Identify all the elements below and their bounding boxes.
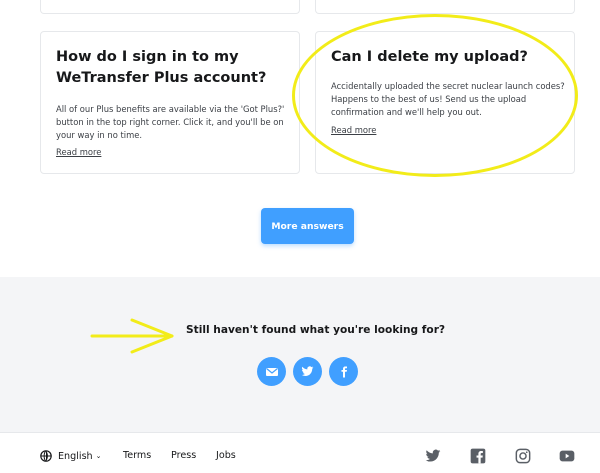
twitter-icon[interactable]	[425, 448, 441, 464]
facebook-icon[interactable]	[329, 357, 358, 386]
faq-card-body: Accidentally uploaded the secret nuclear…	[331, 81, 565, 117]
read-more-link[interactable]: Read more	[56, 147, 101, 157]
more-answers-button[interactable]: More answers	[261, 208, 354, 244]
faq-card-delete-upload: Can I delete my upload? Accidentally upl…	[315, 31, 575, 174]
faq-card-body: All of our Plus benefits are available v…	[56, 104, 285, 140]
chevron-down-icon: ⌄	[95, 452, 102, 460]
faq-card-partial	[315, 0, 575, 14]
contact-social-row	[257, 357, 367, 387]
mail-icon[interactable]	[257, 357, 286, 386]
twitter-icon[interactable]	[293, 357, 322, 386]
help-section: Still haven't found what you're looking …	[0, 277, 600, 432]
footer-link-press[interactable]: Press	[171, 450, 196, 461]
read-more-link[interactable]: Read more	[331, 125, 376, 135]
language-label: English	[58, 450, 93, 462]
annotation-arrow-icon	[90, 318, 174, 354]
site-footer: English ⌄ Terms Press Jobs	[0, 432, 600, 473]
help-heading: Still haven't found what you're looking …	[186, 324, 446, 336]
footer-link-terms[interactable]: Terms	[123, 450, 151, 461]
globe-icon	[40, 450, 52, 462]
facebook-icon[interactable]	[470, 448, 486, 464]
language-selector[interactable]: English ⌄	[40, 450, 102, 462]
instagram-icon[interactable]	[515, 448, 531, 464]
faq-card-partial	[40, 0, 300, 14]
footer-link-jobs[interactable]: Jobs	[216, 450, 236, 461]
faq-card-title: How do I sign in to my WeTransfer Plus a…	[56, 49, 267, 86]
faq-card-title: Can I delete my upload?	[331, 49, 528, 65]
faq-card-sign-in: How do I sign in to my WeTransfer Plus a…	[40, 31, 300, 174]
youtube-icon[interactable]	[559, 448, 575, 464]
